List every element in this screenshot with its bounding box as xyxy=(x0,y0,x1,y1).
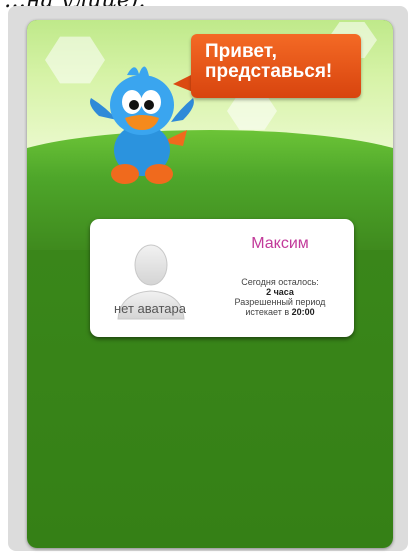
remaining-label: Сегодня осталось: xyxy=(241,277,319,287)
expires-prefix: истекает в xyxy=(245,307,290,317)
greeting-line-1: Привет, xyxy=(205,41,277,62)
speech-bubble-tail xyxy=(173,74,193,92)
period-label: Разрешенный период xyxy=(234,297,326,307)
expires-time: 20:00 xyxy=(291,307,315,317)
user-card[interactable]: нет аватара Максим Сегодня осталось: 2 ч… xyxy=(90,219,354,337)
remaining-value: 2 часа xyxy=(266,287,294,297)
expires-line: истекает в 20:00 xyxy=(210,307,350,317)
no-avatar-label: нет аватара xyxy=(114,301,186,316)
time-info: Сегодня осталось: 2 часа Разрешенный пер… xyxy=(210,277,350,317)
login-panel: Привет, представься! нет аватара Максим … xyxy=(27,20,393,548)
mascot-bird-icon xyxy=(90,66,194,184)
greeting-line-2: представься! xyxy=(205,61,333,82)
greeting-bubble: Привет, представься! xyxy=(191,34,361,98)
user-name[interactable]: Максим xyxy=(210,235,350,253)
